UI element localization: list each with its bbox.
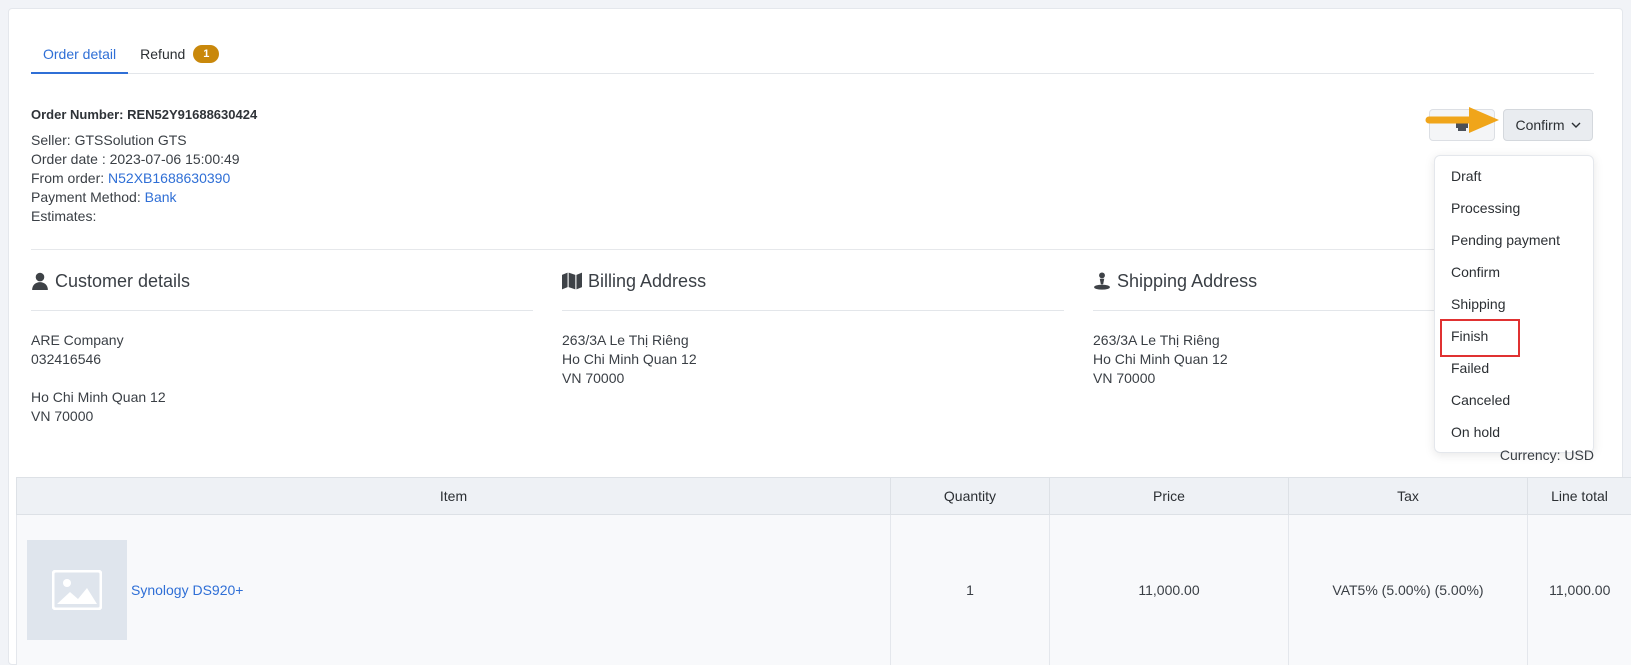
tab-refund[interactable]: Refund 1 xyxy=(128,35,231,73)
payment-method-label: Payment Method: xyxy=(31,189,145,205)
from-order-link[interactable]: N52XB1688630390 xyxy=(108,170,230,186)
item-cell: Synology DS920+ xyxy=(16,514,891,665)
customer-details-title: Customer details xyxy=(31,268,533,294)
line-total-cell: 11,000.00 xyxy=(1527,514,1631,665)
customer-line: 032416546 xyxy=(31,351,102,367)
shipping-address-title: Shipping Address xyxy=(1093,268,1493,294)
tab-refund-label: Refund xyxy=(140,46,186,62)
customer-details-body: ARE Company 032416546 Ho Chi Minh Quan 1… xyxy=(31,331,533,426)
product-link[interactable]: Synology DS920+ xyxy=(131,582,243,598)
customer-line xyxy=(31,369,533,388)
billing-line: VN 70000 xyxy=(562,370,625,386)
user-icon xyxy=(32,272,48,290)
map-icon xyxy=(562,272,582,290)
status-option-draft[interactable]: Draft xyxy=(1435,160,1593,192)
arrow-pointer-icon xyxy=(1425,107,1499,133)
payment-method: Payment Method: Bank xyxy=(31,188,257,207)
header-price: Price xyxy=(1049,477,1289,515)
status-option-canceled[interactable]: Canceled xyxy=(1435,384,1593,416)
table-header-row: Item Quantity Price Tax Line total xyxy=(16,477,1631,515)
from-order-label: From order: xyxy=(31,170,109,186)
shipping-line: 263/3A Le Thị Riêng xyxy=(1093,332,1220,348)
image-icon xyxy=(52,569,102,610)
status-option-processing[interactable]: Processing xyxy=(1435,192,1593,224)
chevron-down-icon xyxy=(1571,122,1580,128)
seller: Seller: GTSSolution GTS xyxy=(31,132,187,148)
table-row: Synology DS920+ 1 11,000.00 VAT5% (5.00%… xyxy=(16,514,1631,665)
billing-address-title: Billing Address xyxy=(562,268,1064,294)
refund-count-badge: 1 xyxy=(193,45,220,63)
payment-method-link[interactable]: Bank xyxy=(145,189,177,205)
section-divider xyxy=(562,310,1064,311)
order-items-table: Item Quantity Price Tax Line total Synol… xyxy=(16,477,1631,665)
status-option-shipping[interactable]: Shipping xyxy=(1435,288,1593,320)
shipping-address-label: Shipping Address xyxy=(1117,270,1258,291)
divider xyxy=(31,249,1594,250)
billing-line: Ho Chi Minh Quan 12 xyxy=(562,351,697,367)
shipping-address-body: 263/3A Le Thị Riêng Ho Chi Minh Quan 12 … xyxy=(1093,331,1493,388)
product-image-placeholder xyxy=(27,539,127,640)
tax-cell: VAT5% (5.00%) (5.00%) xyxy=(1288,514,1528,665)
price-cell: 11,000.00 xyxy=(1049,514,1289,665)
customer-line: VN 70000 xyxy=(31,408,94,424)
shipping-line: Ho Chi Minh Quan 12 xyxy=(1093,351,1228,367)
status-option-pending-payment[interactable]: Pending payment xyxy=(1435,224,1593,256)
header-line-total: Line total xyxy=(1527,477,1631,515)
order-number: Order Number: REN52Y91688630424 xyxy=(31,107,258,122)
tab-bar: Order detail Refund 1 xyxy=(31,36,1594,74)
billing-address-body: 263/3A Le Thị Riêng Ho Chi Minh Quan 12 … xyxy=(562,331,1064,388)
tab-order-detail[interactable]: Order detail xyxy=(31,36,129,74)
status-dropdown-label: Confirm xyxy=(1515,117,1565,133)
status-option-on-hold[interactable]: On hold xyxy=(1435,416,1593,448)
billing-line: 263/3A Le Thị Riêng xyxy=(562,332,689,348)
shipping-line: VN 70000 xyxy=(1093,370,1156,386)
status-dropdown-button[interactable]: Confirm xyxy=(1503,109,1593,141)
header-quantity: Quantity xyxy=(890,477,1050,515)
map-pin-user-icon xyxy=(1094,272,1110,290)
order-date: Order date : 2023-07-06 15:00:49 xyxy=(31,151,240,167)
status-dropdown-menu: Draft Processing Pending payment Confirm… xyxy=(1434,155,1594,453)
quantity-cell: 1 xyxy=(890,514,1050,665)
from-order: From order: N52XB1688630390 xyxy=(31,169,257,188)
estimates: Estimates: xyxy=(31,208,97,224)
customer-details-section: Customer details ARE Company 032416546 H… xyxy=(31,268,533,426)
currency-label: Currency: USD xyxy=(1499,447,1594,463)
section-divider xyxy=(1093,310,1493,311)
order-info: Order Number: REN52Y91688630424 Seller: … xyxy=(31,107,257,226)
customer-details-label: Customer details xyxy=(55,270,191,291)
customer-line: Ho Chi Minh Quan 12 xyxy=(31,389,166,405)
customer-line: ARE Company xyxy=(31,332,124,348)
section-divider xyxy=(31,310,533,311)
status-option-finish[interactable]: Finish xyxy=(1435,319,1593,357)
billing-address-label: Billing Address xyxy=(588,270,707,291)
billing-address-section: Billing Address 263/3A Le Thị Riêng Ho C… xyxy=(562,268,1064,388)
status-option-confirm[interactable]: Confirm xyxy=(1435,256,1593,288)
tab-order-detail-label: Order detail xyxy=(43,46,117,62)
shipping-address-section: Shipping Address 263/3A Le Thị Riêng Ho … xyxy=(1093,268,1493,388)
header-item: Item xyxy=(16,477,891,515)
header-tax: Tax xyxy=(1288,477,1528,515)
